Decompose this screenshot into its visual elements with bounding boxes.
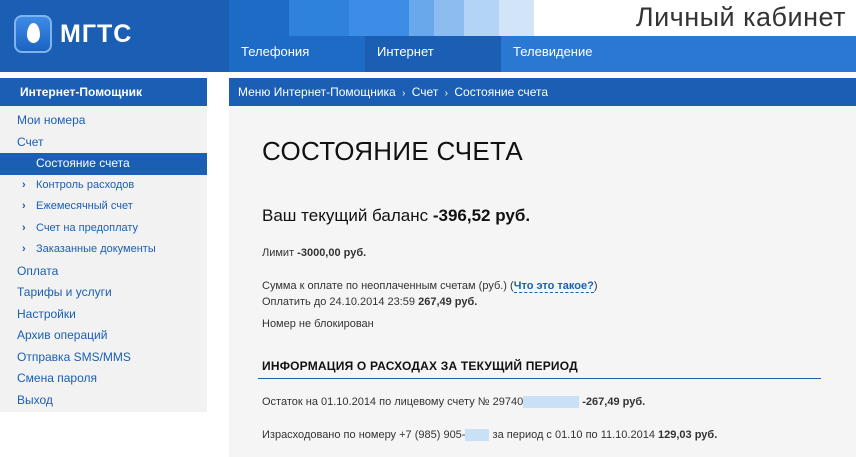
sidebar-item-label: Контроль расходов: [36, 178, 135, 191]
spent-row-value: 129,03 руб.: [658, 429, 718, 441]
top-nav: Телефония Интернет Телевидение: [229, 36, 856, 72]
sidebar: Интернет-Помощник Мои номера Счет Состоя…: [0, 78, 207, 412]
balance-row: Остаток на 01.10.2014 по лицевому счету …: [262, 396, 646, 409]
sidebar-item-my-numbers[interactable]: Мои номера: [0, 110, 207, 132]
balance-row-label: Остаток на 01.10.2014 по лицевому счету …: [262, 396, 524, 408]
sidebar-item-tariffs[interactable]: Тарифы и услуги: [0, 282, 207, 304]
pay-until-label: Оплатить до 24.10.2014 23:59: [262, 296, 416, 308]
unpaid-line: Сумма к оплате по неоплаченным счетам (р…: [262, 280, 598, 293]
spent-row-label: Израсходовано по номеру +7 (985) 905-: [262, 429, 466, 441]
balance-line: Ваш текущий баланс -396,52 руб.: [262, 206, 530, 226]
sidebar-item-settings[interactable]: Настройки: [0, 304, 207, 326]
pay-until-line: Оплатить до 24.10.2014 23:59 267,49 руб.: [262, 296, 477, 308]
sidebar-item-sms[interactable]: Отправка SMS/MMS: [0, 347, 207, 369]
pay-until-value: 267,49 руб.: [418, 296, 478, 308]
chevron-right-icon: ›: [22, 178, 26, 191]
sidebar-item-payment[interactable]: Оплата: [0, 261, 207, 283]
logo[interactable]: МГТС: [0, 0, 229, 72]
brand-title: Личный кабинет: [631, 2, 850, 33]
sidebar-item-label: Ежемесячный счет: [36, 200, 133, 212]
sidebar-item-account[interactable]: Счет: [0, 132, 207, 154]
sidebar-item-monthly-bill[interactable]: › Ежемесячный счет: [0, 196, 207, 218]
limit-line: Лимит -3000,00 руб.: [262, 247, 366, 259]
chevron-right-icon: ›: [22, 243, 26, 255]
balance-row-value: -267,49 руб.: [582, 396, 646, 408]
sidebar-item-prepay-bill[interactable]: › Счет на предоплату: [0, 218, 207, 240]
unpaid-label: Сумма к оплате по неоплаченным счетам (р…: [262, 280, 507, 292]
section-divider: [258, 378, 821, 379]
breadcrumb-item[interactable]: Меню Интернет-Помощника: [238, 85, 396, 99]
balance-value: -396,52 руб.: [432, 206, 531, 225]
what-is-this-link[interactable]: Что это такое?: [513, 280, 594, 293]
sidebar-item-label: Счет на предоплату: [36, 221, 139, 234]
chevron-right-icon: ›: [22, 200, 26, 212]
block-status: Номер не блокирован: [262, 318, 374, 330]
sidebar-item-expense-control[interactable]: › Контроль расходов: [0, 175, 207, 197]
sidebar-menu: Мои номера Счет Состояние счета › Контрол…: [0, 106, 207, 411]
sidebar-item-logout[interactable]: Выход: [0, 390, 207, 412]
sidebar-item-label: Заказанные документы: [36, 243, 156, 255]
breadcrumb-separator-icon: ›: [444, 88, 449, 99]
header: МГТС Личный кабинет Телефония Интернет Т…: [0, 0, 856, 72]
balance-label: Ваш текущий баланс: [262, 206, 429, 225]
breadcrumb-item[interactable]: Счет: [412, 85, 439, 99]
redacted-mask: [465, 429, 490, 442]
redacted-mask: [523, 396, 580, 409]
tab-television[interactable]: Телевидение: [501, 36, 637, 72]
chevron-right-icon: ›: [22, 221, 26, 234]
spent-row-period: за период с 01.10 по 11.10.2014: [492, 429, 655, 441]
breadcrumb-separator-icon: ›: [402, 88, 406, 99]
spent-row: Израсходовано по номеру +7 (985) 905- за…: [262, 429, 718, 442]
sidebar-item-archive[interactable]: Архив операций: [0, 325, 207, 347]
logo-text: МГТС: [60, 20, 133, 48]
sidebar-item-ordered-docs[interactable]: › Заказанные документы: [0, 239, 207, 261]
breadcrumb: Меню Интернет-Помощника › Счет › Состоян…: [229, 78, 856, 106]
main-content: СОСТОЯНИЕ СЧЕТА Ваш текущий баланс -396,…: [229, 106, 856, 457]
tab-telephony[interactable]: Телефония: [229, 36, 365, 72]
egg-logo-icon: [14, 15, 52, 53]
breadcrumb-item-current: Состояние счета: [454, 85, 548, 99]
sidebar-title: Интернет-Помощник: [0, 78, 207, 106]
section-title: ИНФОРМАЦИЯ О РАСХОДАХ ЗА ТЕКУЩИЙ ПЕРИОД: [262, 359, 578, 373]
tab-internet[interactable]: Интернет: [365, 36, 501, 72]
sidebar-item-account-status[interactable]: Состояние счета: [0, 153, 207, 175]
page-title: СОСТОЯНИЕ СЧЕТА: [262, 136, 523, 166]
sidebar-item-change-password[interactable]: Смена пароля: [0, 368, 207, 390]
limit-value: -3000,00 руб.: [297, 247, 367, 259]
limit-label: Лимит: [262, 247, 295, 259]
